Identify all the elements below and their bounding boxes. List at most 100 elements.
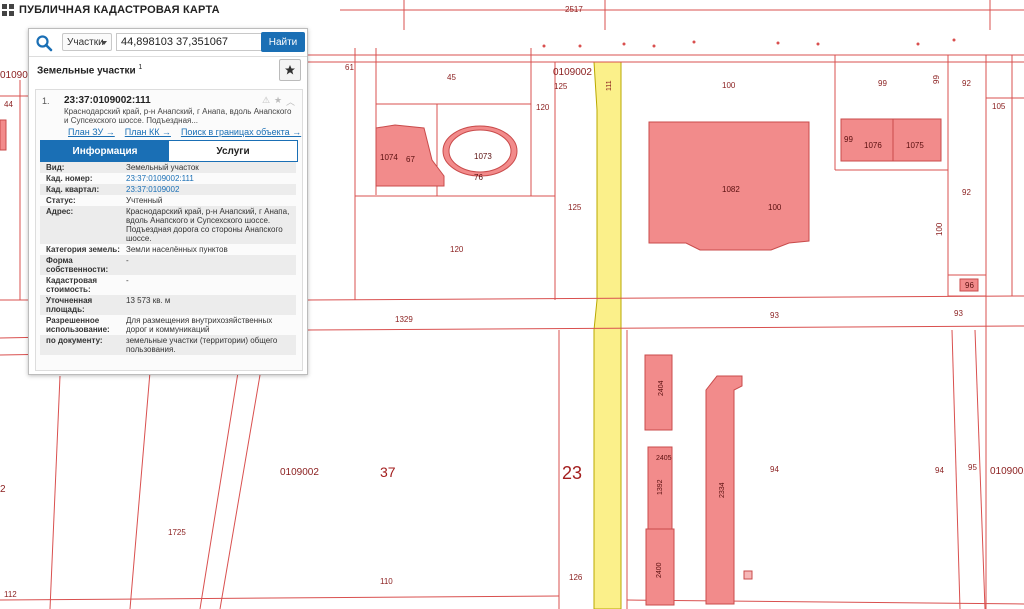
map-label: 95 (968, 463, 977, 472)
search-type-label: Участки (67, 37, 104, 48)
attribute-row: Уточненная площадь: 13 573 кв. м (40, 295, 296, 315)
map-label: 44 (4, 100, 13, 109)
map-label: 100 (935, 222, 944, 236)
cad-number-link[interactable]: 23:37:0109002:111 (126, 174, 296, 183)
building-left-edge (0, 119, 7, 151)
find-button[interactable]: Найти (261, 32, 305, 52)
star-icon (285, 65, 295, 75)
map-label: 0109002 (553, 67, 592, 78)
attribute-row: Вид: Земельный участок (40, 162, 296, 173)
attribute-row: Статус: Учтенный (40, 195, 296, 206)
attribute-key: Кад. номер: (46, 174, 93, 183)
building-small (743, 570, 753, 580)
tab-info[interactable]: Информация (41, 141, 169, 161)
attribute-value: Для размещения внутрихозяйственных дорог… (126, 316, 273, 334)
map-label: 1075 (906, 141, 924, 150)
attribute-value: земельные участки (территории) общего по… (126, 336, 278, 354)
map-label: 100 (768, 203, 782, 212)
map-label: 100 (722, 81, 736, 90)
map-label: 111 (606, 80, 613, 91)
attribute-key: Вид: (46, 163, 65, 172)
map-label: 2405 (656, 455, 672, 462)
search-in-bounds-link[interactable]: Поиск в границах объекта → (181, 127, 301, 137)
attribute-value: Земельный участок (126, 163, 199, 172)
map-label: 0109002 (990, 466, 1024, 477)
app-title: ПУБЛИЧНАЯ КАДАСТРОВАЯ КАРТА (19, 4, 220, 16)
map-label: 105 (992, 102, 1006, 111)
results-title: Земельные участки (37, 65, 136, 77)
map-label: 99 (844, 135, 853, 144)
attribute-row: по документу: земельные участки (террито… (40, 335, 296, 355)
attribute-value: - (126, 276, 129, 285)
attribute-value: - (126, 256, 129, 265)
result-tabs: Информация Услуги (40, 140, 298, 162)
app-logo-icon (2, 4, 14, 16)
map-label: 92 (962, 188, 971, 197)
warning-icon[interactable]: ⚠ (262, 95, 270, 106)
attribute-key: Разрешенное использование: (46, 316, 110, 334)
map-label: 126 (569, 573, 583, 582)
map-label: 2400 (656, 562, 663, 578)
search-type-select[interactable]: Участки (62, 33, 112, 51)
map-label: 45 (447, 73, 456, 82)
attribute-value: Учтенный (126, 196, 163, 205)
map-label: 94 (770, 465, 779, 474)
attribute-row: Категория земель: Земли населённых пункт… (40, 244, 296, 255)
map-label: 93 (770, 311, 779, 320)
attribute-row: Разрешенное использование: Для размещени… (40, 315, 296, 335)
attribute-table: Вид: Земельный участок Кад. номер: 23:37… (40, 162, 296, 355)
result-cad-number[interactable]: 23:37:0109002:111 (64, 95, 151, 106)
map-label: 2404 (658, 380, 665, 396)
map-label: 94 (935, 466, 944, 475)
selected-parcel-road[interactable] (593, 61, 622, 609)
star-outline-icon[interactable]: ★ (274, 95, 282, 106)
map-label: 1725 (168, 528, 186, 537)
map-label: 92 (962, 79, 971, 88)
map-label: 1074 (380, 153, 398, 162)
result-card[interactable]: 1. 23:37:0109002:111 ⚠ ★ ︿ Краснодарский… (35, 89, 303, 371)
map-label: 125 (568, 203, 582, 212)
result-links: План ЗУ → План КК → Поиск в границах объ… (68, 127, 301, 137)
map-label: 0109002 (280, 467, 319, 478)
building-1075 (892, 118, 942, 162)
tab-services[interactable]: Услуги (169, 141, 297, 161)
map-label: 112 (4, 590, 17, 599)
result-address-short: Краснодарский край, р-н Анапский, г Анап… (64, 107, 292, 125)
favorite-button[interactable] (279, 59, 301, 81)
attribute-value: Краснодарский край, р-н Анапский, г Анап… (126, 207, 290, 243)
attribute-key: Кад. квартал: (46, 185, 100, 194)
map-label: 2517 (565, 5, 583, 14)
attribute-row: Кад. номер: 23:37:0109002:111 (40, 173, 296, 184)
map-label: 1329 (395, 315, 413, 324)
cad-quarter-link[interactable]: 23:37:0109002 (126, 185, 296, 194)
results-section-title: Земельные участки 1 (37, 64, 142, 76)
search-panel: Участки × Найти Земельные участки 1 1. 2… (28, 28, 308, 375)
attribute-value: Земли населённых пунктов (126, 245, 228, 254)
map-label: 1076 (864, 141, 882, 150)
plan-zu-link[interactable]: План ЗУ → (68, 127, 115, 137)
plan-kk-link[interactable]: План КК → (125, 127, 171, 137)
map-label: 61 (345, 63, 354, 72)
attribute-key: Уточненная площадь: (46, 296, 93, 314)
map-label: 1392 (657, 479, 664, 495)
app-header: ПУБЛИЧНАЯ КАДАСТРОВАЯ КАРТА (0, 0, 220, 20)
attribute-key: по документу: (46, 336, 103, 345)
search-bar: Участки × Найти (29, 29, 307, 57)
map-label: 96 (965, 281, 974, 290)
building-1073-courtyard (448, 129, 512, 173)
attribute-row: Адрес: Краснодарский край, р-н Анапский,… (40, 206, 296, 244)
map-label: 125 (554, 82, 568, 91)
attribute-key: Категория земель: (46, 245, 120, 254)
map-label: 2334 (719, 482, 726, 498)
attribute-key: Форма собственности: (46, 256, 109, 274)
map-label: 37 (380, 464, 396, 480)
attribute-value: 13 573 кв. м (126, 296, 171, 305)
chevron-down-icon (101, 41, 107, 45)
result-index: 1. (42, 96, 50, 106)
map-label: 1082 (722, 185, 740, 194)
attribute-key: Адрес: (46, 207, 74, 216)
search-icon[interactable] (35, 34, 53, 52)
map-label: 2 (0, 484, 6, 495)
attribute-row: Кадастровая стоимость: - (40, 275, 296, 295)
map-label: 120 (536, 103, 550, 112)
